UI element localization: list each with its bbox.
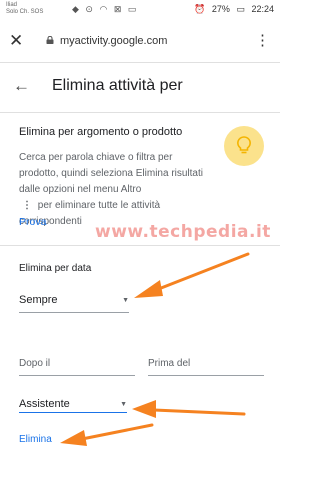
date-section: Elimina per data Sempre ▼ Dopo il Prima … [0, 246, 280, 479]
date-section-title: Elimina per data [19, 263, 92, 274]
arrow-back-icon[interactable]: ← [13, 76, 30, 96]
before-date-select[interactable]: Prima del [148, 358, 264, 376]
page-title: Elimina attività per [52, 77, 183, 94]
dropdown-icon: ▼ [120, 401, 127, 408]
range-select[interactable]: Sempre ▼ [19, 294, 129, 313]
product-select[interactable]: Assistente ▼ [19, 398, 127, 413]
lightbulb-icon [224, 126, 264, 166]
status-right: ⏰ 27% ▭ 22:24 [190, 4, 274, 15]
dropdown-icon: ▼ [122, 297, 129, 304]
before-date-label: Prima del [148, 358, 191, 369]
watermark: www.techpedia.it [95, 222, 271, 242]
url-text[interactable]: myactivity.google.com [60, 35, 167, 47]
carrier-name: Iliad [6, 2, 18, 8]
after-date-label: Dopo il [19, 358, 51, 369]
status-bar: Iliad Solo Ch. SOS ◆ ⊙ ◠ ⊠ ▭ ⏰ 27% ▭ 22:… [0, 0, 280, 22]
topic-section-title: Elimina per argomento o prodotto [19, 126, 183, 138]
range-select-value: Sempre [19, 294, 58, 306]
battery-level: 27% [211, 4, 230, 14]
carrier-text: Iliad Solo Ch. SOS [6, 2, 43, 16]
browser-url-bar: ✕ myactivity.google.com ⋮ [0, 22, 280, 63]
carrier-sub: Solo Ch. SOS [6, 9, 44, 15]
delete-button[interactable]: Elimina [19, 434, 52, 445]
after-date-select[interactable]: Dopo il [19, 358, 135, 376]
description-text: Cerca per parola chiave o filtra per pro… [19, 152, 203, 195]
more-vert-icon[interactable]: ⋮ [255, 33, 270, 48]
more-vert-icon: ⋮ [22, 200, 32, 211]
status-icons: ◆ ⊙ ◠ ⊠ ▭ [72, 4, 139, 14]
lock-icon [46, 36, 54, 44]
battery-icon: ▭ [236, 4, 245, 14]
close-icon[interactable]: ✕ [9, 32, 23, 50]
alarm-icon: ⏰ [194, 4, 206, 14]
try-link[interactable]: Prova [19, 216, 46, 228]
product-select-value: Assistente [19, 398, 70, 410]
page-header: ← Elimina attività per [0, 62, 280, 113]
clock: 22:24 [251, 4, 274, 14]
topic-section-description: Cerca per parola chiave o filtra per pro… [19, 150, 209, 230]
